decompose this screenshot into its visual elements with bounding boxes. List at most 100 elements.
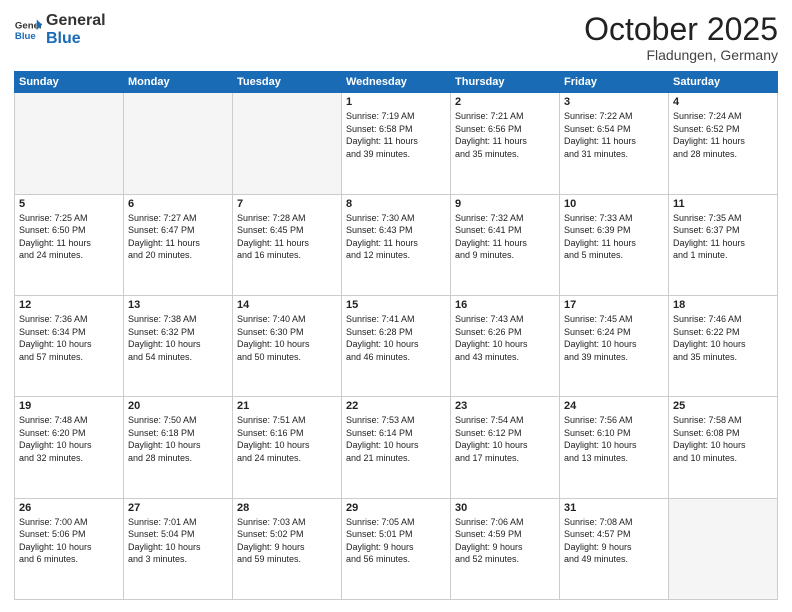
day-info: Sunrise: 7:24 AM Sunset: 6:52 PM Dayligh… [673, 110, 773, 160]
day-info: Sunrise: 7:48 AM Sunset: 6:20 PM Dayligh… [19, 414, 119, 464]
col-friday: Friday [560, 72, 669, 93]
day-number: 11 [673, 198, 773, 210]
day-number: 20 [128, 400, 228, 412]
day-number: 8 [346, 198, 446, 210]
calendar-header-row: Sunday Monday Tuesday Wednesday Thursday… [15, 72, 778, 93]
day-info: Sunrise: 7:30 AM Sunset: 6:43 PM Dayligh… [346, 212, 446, 262]
day-info: Sunrise: 7:27 AM Sunset: 6:47 PM Dayligh… [128, 212, 228, 262]
day-number: 14 [237, 299, 337, 311]
day-info: Sunrise: 7:08 AM Sunset: 4:57 PM Dayligh… [564, 516, 664, 566]
day-number: 3 [564, 96, 664, 108]
day-info: Sunrise: 7:19 AM Sunset: 6:58 PM Dayligh… [346, 110, 446, 160]
day-info: Sunrise: 7:00 AM Sunset: 5:06 PM Dayligh… [19, 516, 119, 566]
day-number: 19 [19, 400, 119, 412]
table-row: 20Sunrise: 7:50 AM Sunset: 6:18 PM Dayli… [124, 397, 233, 498]
day-info: Sunrise: 7:05 AM Sunset: 5:01 PM Dayligh… [346, 516, 446, 566]
day-info: Sunrise: 7:33 AM Sunset: 6:39 PM Dayligh… [564, 212, 664, 262]
table-row: 2Sunrise: 7:21 AM Sunset: 6:56 PM Daylig… [451, 93, 560, 194]
day-number: 25 [673, 400, 773, 412]
col-wednesday: Wednesday [342, 72, 451, 93]
day-info: Sunrise: 7:45 AM Sunset: 6:24 PM Dayligh… [564, 313, 664, 363]
table-row: 19 Sunrise: 7:48 AM Sunset: 6:20 PM Dayli… [15, 397, 124, 498]
table-row: 28Sunrise: 7:03 AM Sunset: 5:02 PM Dayli… [233, 498, 342, 599]
logo: General Blue General Blue [14, 12, 106, 47]
logo-icon: General Blue [14, 16, 42, 44]
table-row: 5 Sunrise: 7:25 AM Sunset: 6:50 PM Daylig… [15, 194, 124, 295]
table-row: 29 Sunrise: 7:05 AM Sunset: 5:01 PM Dayli… [342, 498, 451, 599]
day-number: 13 [128, 299, 228, 311]
day-info: Sunrise: 7:38 AM Sunset: 6:32 PM Dayligh… [128, 313, 228, 363]
table-row: 13 Sunrise: 7:38 AM Sunset: 6:32 PM Dayli… [124, 295, 233, 396]
day-info: Sunrise: 7:58 AM Sunset: 6:08 PM Dayligh… [673, 414, 773, 464]
subtitle: Fladungen, Germany [584, 47, 778, 63]
day-number: 23 [455, 400, 555, 412]
day-number: 5 [19, 198, 119, 210]
table-row: 3 Sunrise: 7:22 AM Sunset: 6:54 PM Daylig… [560, 93, 669, 194]
calendar-week-row: 5 Sunrise: 7:25 AM Sunset: 6:50 PM Daylig… [15, 194, 778, 295]
day-info: Sunrise: 7:53 AM Sunset: 6:14 PM Dayligh… [346, 414, 446, 464]
table-row: 17 Sunrise: 7:45 AM Sunset: 6:24 PM Dayli… [560, 295, 669, 396]
day-info: Sunrise: 7:43 AM Sunset: 6:26 PM Dayligh… [455, 313, 555, 363]
table-row: 11 Sunrise: 7:35 AM Sunset: 6:37 PM Dayli… [669, 194, 778, 295]
table-row: 21Sunrise: 7:51 AM Sunset: 6:16 PM Dayli… [233, 397, 342, 498]
day-info: Sunrise: 7:32 AM Sunset: 6:41 PM Dayligh… [455, 212, 555, 262]
day-info: Sunrise: 7:25 AM Sunset: 6:50 PM Dayligh… [19, 212, 119, 262]
day-number: 17 [564, 299, 664, 311]
col-monday: Monday [124, 72, 233, 93]
day-number: 24 [564, 400, 664, 412]
table-row: 9 Sunrise: 7:32 AM Sunset: 6:41 PM Daylig… [451, 194, 560, 295]
table-row: 8 Sunrise: 7:30 AM Sunset: 6:43 PM Daylig… [342, 194, 451, 295]
logo-line2: Blue [46, 30, 106, 48]
day-number: 29 [346, 502, 446, 514]
page: General Blue General Blue October 2025 F… [0, 0, 792, 612]
table-row: 7 Sunrise: 7:28 AM Sunset: 6:45 PM Daylig… [233, 194, 342, 295]
table-row: 27 Sunrise: 7:01 AM Sunset: 5:04 PM Dayli… [124, 498, 233, 599]
table-row: 15Sunrise: 7:41 AM Sunset: 6:28 PM Dayli… [342, 295, 451, 396]
day-info: Sunrise: 7:28 AM Sunset: 6:45 PM Dayligh… [237, 212, 337, 262]
table-row: 12Sunrise: 7:36 AM Sunset: 6:34 PM Dayli… [15, 295, 124, 396]
day-number: 22 [346, 400, 446, 412]
table-row: 31Sunrise: 7:08 AM Sunset: 4:57 PM Dayli… [560, 498, 669, 599]
table-row: 22 Sunrise: 7:53 AM Sunset: 6:14 PM Dayli… [342, 397, 451, 498]
day-info: Sunrise: 7:56 AM Sunset: 6:10 PM Dayligh… [564, 414, 664, 464]
day-info: Sunrise: 7:22 AM Sunset: 6:54 PM Dayligh… [564, 110, 664, 160]
day-info: Sunrise: 7:40 AM Sunset: 6:30 PM Dayligh… [237, 313, 337, 363]
day-number: 7 [237, 198, 337, 210]
table-row: 14 Sunrise: 7:40 AM Sunset: 6:30 PM Dayli… [233, 295, 342, 396]
table-row: 23 Sunrise: 7:54 AM Sunset: 6:12 PM Dayli… [451, 397, 560, 498]
calendar-week-row: 1Sunrise: 7:19 AM Sunset: 6:58 PM Daylig… [15, 93, 778, 194]
day-info: Sunrise: 7:54 AM Sunset: 6:12 PM Dayligh… [455, 414, 555, 464]
day-number: 27 [128, 502, 228, 514]
calendar-week-row: 12Sunrise: 7:36 AM Sunset: 6:34 PM Dayli… [15, 295, 778, 396]
logo-line1: General [46, 12, 106, 30]
table-row: 6 Sunrise: 7:27 AM Sunset: 6:47 PM Daylig… [124, 194, 233, 295]
table-row [15, 93, 124, 194]
table-row [233, 93, 342, 194]
table-row: 24 Sunrise: 7:56 AM Sunset: 6:10 PM Dayli… [560, 397, 669, 498]
table-row: 16Sunrise: 7:43 AM Sunset: 6:26 PM Dayli… [451, 295, 560, 396]
col-sunday: Sunday [15, 72, 124, 93]
day-number: 6 [128, 198, 228, 210]
day-number: 15 [346, 299, 446, 311]
calendar-week-row: 26 Sunrise: 7:00 AM Sunset: 5:06 PM Dayli… [15, 498, 778, 599]
table-row: 10Sunrise: 7:33 AM Sunset: 6:39 PM Dayli… [560, 194, 669, 295]
table-row: 18Sunrise: 7:46 AM Sunset: 6:22 PM Dayli… [669, 295, 778, 396]
day-info: Sunrise: 7:21 AM Sunset: 6:56 PM Dayligh… [455, 110, 555, 160]
month-title: October 2025 [584, 12, 778, 47]
day-info: Sunrise: 7:03 AM Sunset: 5:02 PM Dayligh… [237, 516, 337, 566]
col-saturday: Saturday [669, 72, 778, 93]
table-row [669, 498, 778, 599]
day-info: Sunrise: 7:51 AM Sunset: 6:16 PM Dayligh… [237, 414, 337, 464]
table-row: 26 Sunrise: 7:00 AM Sunset: 5:06 PM Dayli… [15, 498, 124, 599]
day-info: Sunrise: 7:06 AM Sunset: 4:59 PM Dayligh… [455, 516, 555, 566]
day-number: 4 [673, 96, 773, 108]
day-info: Sunrise: 7:35 AM Sunset: 6:37 PM Dayligh… [673, 212, 773, 262]
day-number: 18 [673, 299, 773, 311]
day-info: Sunrise: 7:01 AM Sunset: 5:04 PM Dayligh… [128, 516, 228, 566]
svg-text:Blue: Blue [15, 30, 36, 41]
day-number: 9 [455, 198, 555, 210]
table-row: 30 Sunrise: 7:06 AM Sunset: 4:59 PM Dayli… [451, 498, 560, 599]
day-number: 30 [455, 502, 555, 514]
col-thursday: Thursday [451, 72, 560, 93]
day-number: 26 [19, 502, 119, 514]
